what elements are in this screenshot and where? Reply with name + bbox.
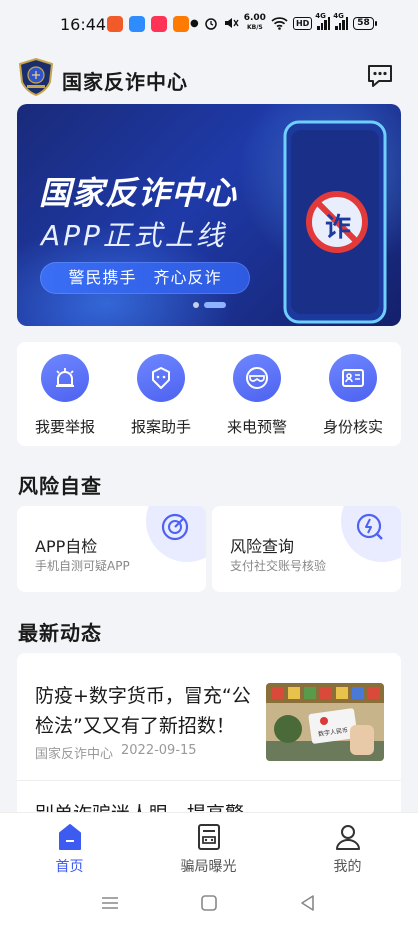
alarm-light-icon	[41, 354, 89, 402]
police-badge-logo-icon	[18, 58, 54, 96]
id-card-icon	[329, 354, 377, 402]
hd-badge: HD	[292, 16, 313, 30]
news-source: 国家反诈中心	[35, 747, 114, 762]
status-indicators: ● 6.00 KB/S HD 4G 4G 58	[190, 12, 377, 32]
mask-warning-icon	[233, 354, 281, 402]
home-square-icon[interactable]	[200, 894, 218, 912]
bottom-tab-bar: 首页 骗局曝光 我的	[0, 812, 418, 880]
tab-home[interactable]: 首页	[0, 813, 139, 881]
banner-phone-glyph: 诈	[325, 213, 352, 243]
shield-assistant-icon	[137, 354, 185, 402]
message-button[interactable]	[366, 63, 394, 89]
pagination-dot[interactable]	[193, 302, 199, 308]
pagination-dot-active[interactable]	[204, 302, 226, 308]
status-bar: 16:44 ● 6.00 KB/S HD 4G 4G 58	[0, 0, 418, 52]
app-title: 国家反诈中心	[62, 70, 188, 94]
app-notification-icon	[173, 16, 189, 32]
quick-action-label: 来电预警	[226, 418, 287, 436]
menu-icon[interactable]	[101, 894, 119, 912]
lightning-search-icon	[341, 506, 401, 562]
section-title-news: 最新动态	[18, 621, 102, 645]
home-icon	[59, 824, 81, 850]
dot-icon: ●	[190, 17, 199, 29]
news-thumbnail: 数字人民币	[266, 683, 384, 761]
promo-banner[interactable]: 国家反诈中心 APP正式上线 警民携手 齐心反诈 诈	[17, 104, 401, 326]
tab-scam-exposure[interactable]: 骗局曝光	[139, 813, 278, 881]
document-exposure-icon	[198, 824, 220, 850]
risk-card-desc: 手机自测可疑APP	[35, 559, 130, 573]
news-title: 防疫+数字货币，冒充“公检法”又又有了新招数！	[35, 685, 251, 737]
profile-icon	[336, 825, 360, 850]
banner-subtitle: APP正式上线	[41, 219, 227, 252]
banner-title: 国家反诈中心	[39, 174, 238, 212]
app-self-check-card[interactable]: APP自检 手机自测可疑APP	[17, 506, 206, 592]
quick-action-label: 我要举报	[34, 418, 95, 436]
risk-card-desc: 支付社交账号核验	[230, 559, 327, 573]
identity-verify-button[interactable]: 身份核实	[305, 342, 401, 446]
network-speed: 6.00 KB/S	[243, 13, 266, 32]
news-meta: 国家反诈中心 2022-09-15	[35, 743, 197, 762]
notification-icons	[107, 16, 189, 32]
signal-icon: 4G	[315, 12, 331, 30]
tab-profile[interactable]: 我的	[278, 813, 417, 881]
risk-card-title: 风险查询	[230, 537, 295, 556]
app-notification-icon	[151, 16, 167, 32]
tab-label: 首页	[55, 859, 84, 875]
news-date: 2022-09-15	[121, 743, 197, 758]
mute-icon	[224, 18, 239, 28]
signal-icon: 4G	[333, 12, 349, 30]
status-time: 16:44	[60, 15, 107, 34]
quick-action-label: 报案助手	[130, 418, 191, 436]
battery-icon: 58	[353, 16, 377, 30]
system-navigation-bar	[0, 880, 418, 929]
wifi-icon	[271, 16, 288, 30]
app-header: 国家反诈中心	[0, 52, 418, 102]
alarm-clock-icon	[204, 18, 217, 30]
call-warning-button[interactable]: 来电预警	[209, 342, 305, 446]
case-assistant-button[interactable]: 报案助手	[113, 342, 209, 446]
quick-action-label: 身份核实	[322, 418, 383, 436]
divider	[17, 780, 401, 781]
app-notification-icon	[107, 16, 123, 32]
section-title-risk: 风险自查	[18, 474, 102, 498]
tab-label: 骗局曝光	[180, 859, 237, 875]
risk-card-title: APP自检	[35, 537, 98, 556]
tab-label: 我的	[333, 859, 362, 875]
app-notification-icon	[129, 16, 145, 32]
scan-target-icon	[146, 506, 206, 562]
quick-actions-card: 我要举报 报案助手 来电预警 身份核实	[17, 342, 401, 446]
back-triangle-icon[interactable]	[299, 894, 317, 912]
risk-query-card[interactable]: 风险查询 支付社交账号核验	[212, 506, 401, 592]
banner-pagination	[193, 302, 226, 308]
report-button[interactable]: 我要举报	[17, 342, 113, 446]
banner-slogan: 警民携手 齐心反诈	[40, 262, 250, 294]
